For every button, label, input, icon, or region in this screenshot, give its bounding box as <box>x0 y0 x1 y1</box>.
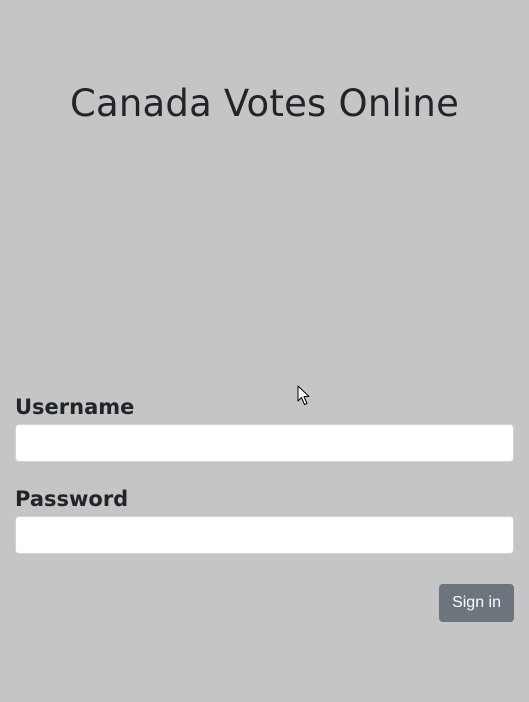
form-actions: Sign in <box>15 584 514 622</box>
password-label: Password <box>15 487 129 511</box>
username-group: Username <box>15 392 514 462</box>
page-title: Canada Votes Online <box>69 82 460 125</box>
password-group: Password <box>15 484 514 554</box>
login-page: { "page": { "title": "Canada Votes Onlin… <box>0 0 529 702</box>
mouse-pointer-icon <box>297 385 310 405</box>
login-form: Username Password Sign in <box>15 392 514 622</box>
username-label: Username <box>15 395 135 419</box>
sign-in-button[interactable]: Sign in <box>439 584 514 622</box>
username-input[interactable] <box>15 424 514 462</box>
password-input[interactable] <box>15 516 514 554</box>
